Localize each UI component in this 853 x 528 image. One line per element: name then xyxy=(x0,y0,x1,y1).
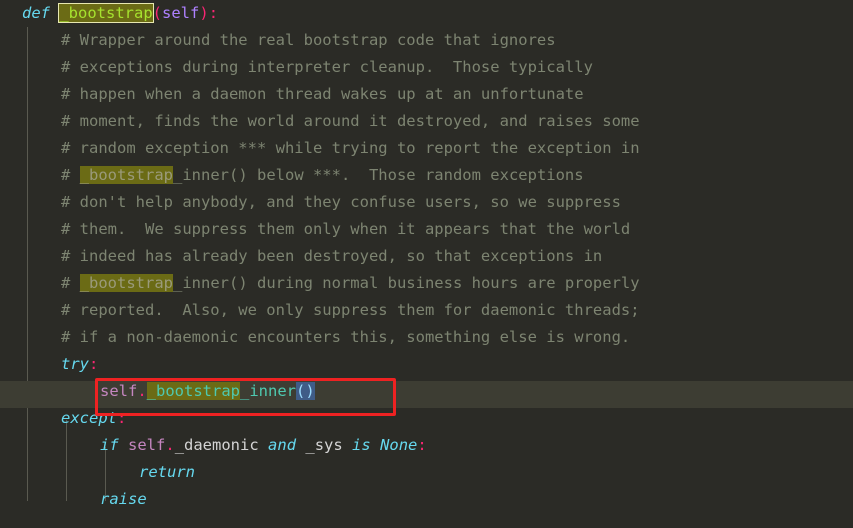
keyword-none: None xyxy=(380,436,418,454)
comment-line-12[interactable]: # if a non-daemonic encounters this, som… xyxy=(0,324,853,351)
comment-line-8[interactable]: # them. We suppress them only when it ap… xyxy=(0,216,853,243)
code-line-def[interactable]: def _bootstrap(self): xyxy=(0,0,853,27)
comment-line-10[interactable]: # _bootstrap_inner() during normal busin… xyxy=(0,270,853,297)
comment-text: # Wrapper around the real bootstrap code… xyxy=(61,31,556,49)
comment-prefix: # xyxy=(61,166,80,184)
comment-line-1[interactable]: # Wrapper around the real bootstrap code… xyxy=(0,27,853,54)
code-editor[interactable]: def _bootstrap(self): # Wrapper around t… xyxy=(0,0,853,528)
colon: : xyxy=(417,436,427,454)
code-lines: def _bootstrap(self): # Wrapper around t… xyxy=(0,0,853,513)
keyword-if: if xyxy=(100,436,119,454)
comment-text: # exceptions during interpreter cleanup.… xyxy=(61,58,593,76)
keyword-is: is xyxy=(352,436,371,454)
comment-line-7[interactable]: # don't help anybody, and they confuse u… xyxy=(0,189,853,216)
dot-operator: . xyxy=(165,436,175,454)
comment-line-4[interactable]: # moment, finds the world around it dest… xyxy=(0,108,853,135)
comment-text: # happen when a daemon thread wakes up a… xyxy=(61,85,584,103)
keyword-return: return xyxy=(139,463,195,481)
comment-line-3[interactable]: # happen when a daemon thread wakes up a… xyxy=(0,81,853,108)
search-match-bootstrap-call[interactable]: _bootstrap xyxy=(146,382,240,400)
attribute-daemonic: _daemonic xyxy=(174,436,259,454)
close-paren: ) xyxy=(199,4,209,22)
code-line-try[interactable]: try: xyxy=(0,351,853,378)
search-match-bootstrap-comment-1[interactable]: _bootstrap xyxy=(79,166,173,184)
search-match-bootstrap-comment-2[interactable]: _bootstrap xyxy=(79,274,173,292)
code-line-bootstrap-inner-call[interactable]: self._bootstrap_inner() xyxy=(0,378,853,405)
param-self: self xyxy=(162,4,200,22)
open-paren: ( xyxy=(152,4,163,22)
code-line-return[interactable]: return xyxy=(0,459,853,486)
code-line-if[interactable]: if self._daemonic and _sys is None: xyxy=(0,432,853,459)
comment-text: # don't help anybody, and they confuse u… xyxy=(61,193,621,211)
colon: : xyxy=(117,409,127,427)
comment-line-6[interactable]: # _bootstrap_inner() below ***. Those ra… xyxy=(0,162,853,189)
variable-sys: _sys xyxy=(305,436,343,454)
comment-line-9[interactable]: # indeed has already been destroyed, so … xyxy=(0,243,853,270)
keyword-def: def xyxy=(22,4,50,22)
self-keyword: self xyxy=(100,382,138,400)
keyword-try: try xyxy=(61,355,89,373)
comment-text: # if a non-daemonic encounters this, som… xyxy=(61,328,631,346)
search-match-bootstrap-def[interactable]: _bootstrap xyxy=(58,3,154,23)
keyword-except: except xyxy=(61,409,117,427)
bracket-match-parens: () xyxy=(296,382,315,400)
comment-text: # them. We suppress them only when it ap… xyxy=(61,220,631,238)
colon: : xyxy=(208,4,219,22)
comment-text: # reported. Also, we only suppress them … xyxy=(61,301,640,319)
code-line-except[interactable]: except: xyxy=(0,405,853,432)
comment-line-11[interactable]: # reported. Also, we only suppress them … xyxy=(0,297,853,324)
keyword-raise: raise xyxy=(100,490,147,508)
code-line-raise[interactable]: raise xyxy=(0,486,853,513)
colon: : xyxy=(89,355,99,373)
comment-text: # random exception *** while trying to r… xyxy=(61,139,640,157)
comment-text: # moment, finds the world around it dest… xyxy=(61,112,640,130)
comment-suffix: _inner() below ***. Those random excepti… xyxy=(173,166,584,184)
self-keyword: self xyxy=(128,436,166,454)
comment-line-2[interactable]: # exceptions during interpreter cleanup.… xyxy=(0,54,853,81)
keyword-and: and xyxy=(268,436,297,454)
dot-operator: . xyxy=(137,382,147,400)
comment-line-5[interactable]: # random exception *** while trying to r… xyxy=(0,135,853,162)
method-name-rest: _inner xyxy=(240,382,296,400)
comment-text: # indeed has already been destroyed, so … xyxy=(61,247,603,265)
comment-prefix: # xyxy=(61,274,80,292)
comment-suffix: _inner() during normal business hours ar… xyxy=(173,274,640,292)
